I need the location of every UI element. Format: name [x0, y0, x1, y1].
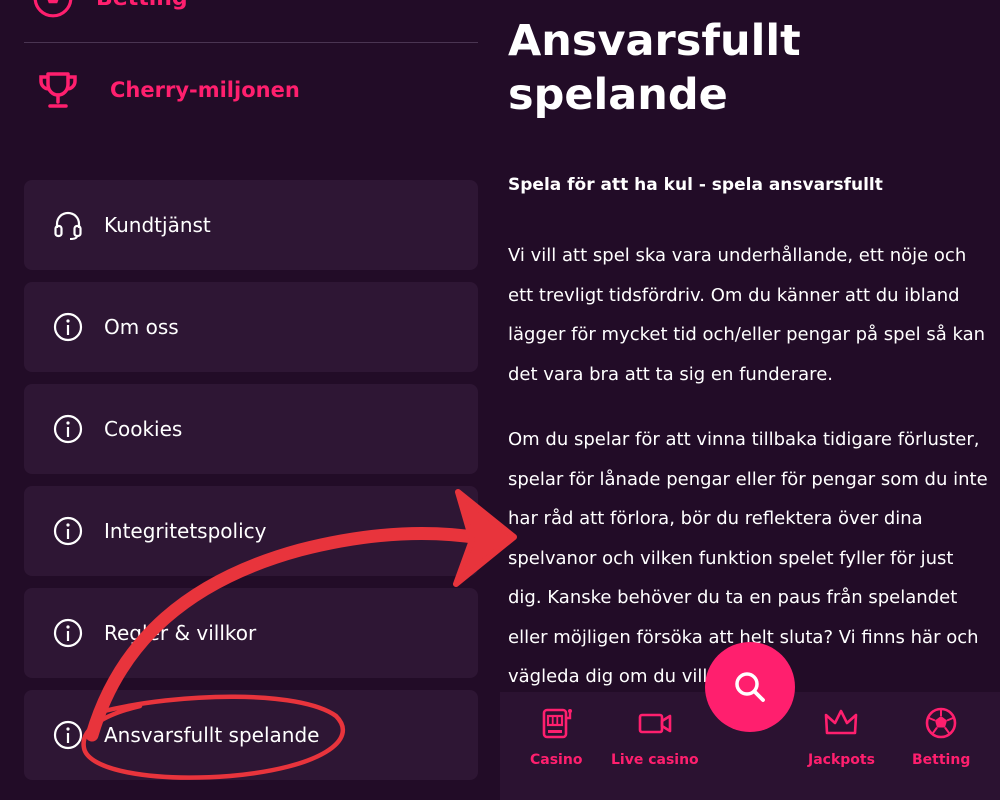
content-paragraph: Vi vill att spel ska vara underhållande,… — [508, 245, 986, 385]
nav-jackpots[interactable]: Jackpots — [808, 706, 875, 768]
menu-item-label: Kundtjänst — [104, 213, 211, 237]
nav-label: Live casino — [611, 752, 699, 768]
menu-item-ansvarsfullt-spelande[interactable]: Ansvarsfullt spelande — [24, 690, 478, 780]
menu-item-label: Integritetspolicy — [104, 519, 267, 543]
menu-item-betting[interactable]: Betting — [32, 0, 188, 18]
nav-casino[interactable]: Casino — [530, 706, 582, 768]
crown-icon — [825, 709, 858, 735]
search-icon — [735, 672, 765, 702]
menu-item-label: Cookies — [104, 417, 183, 441]
search-button[interactable] — [705, 642, 795, 732]
football-icon — [925, 707, 957, 739]
menu-item-om-oss[interactable]: Om oss — [24, 282, 478, 372]
content-subtitle: Spela för att ha kul - spela ansvarsfull… — [508, 175, 883, 195]
nav-live-casino[interactable]: Live casino — [611, 706, 699, 768]
nav-label: Betting — [912, 752, 971, 768]
menu-item-regler-villkor[interactable]: Regler & villkor — [24, 588, 478, 678]
video-camera-icon — [638, 713, 672, 734]
football-icon — [33, 0, 73, 18]
menu-item-integritetspolicy[interactable]: Integritetspolicy — [24, 486, 478, 576]
menu-item-kundtjanst[interactable]: Kundtjänst — [24, 180, 478, 270]
menu-item-label: Regler & villkor — [104, 621, 257, 645]
divider — [24, 42, 478, 43]
headset-icon — [54, 211, 82, 240]
info-icon — [53, 618, 83, 648]
info-icon — [53, 414, 83, 444]
info-icon — [53, 720, 83, 750]
menu-item-cherry-miljonen[interactable]: Cherry-miljonen — [36, 66, 300, 114]
menu-item-label: Om oss — [104, 315, 179, 339]
nav-label: Jackpots — [808, 752, 875, 768]
info-icon — [53, 312, 83, 342]
page-title: Ansvarsfullt spelande — [508, 16, 801, 120]
menu-item-label: Cherry-miljonen — [110, 78, 300, 102]
side-menu: Betting Cherry-miljonen Kundtjänst Om os… — [0, 0, 500, 800]
slot-machine-icon — [542, 708, 573, 739]
nav-label: Casino — [530, 752, 583, 768]
menu-item-label: Ansvarsfullt spelande — [104, 723, 320, 747]
menu-item-cookies[interactable]: Cookies — [24, 384, 478, 474]
info-icon — [53, 516, 83, 546]
nav-betting[interactable]: Betting — [912, 706, 970, 768]
trophy-icon — [39, 72, 77, 108]
menu-item-label: Betting — [96, 0, 188, 11]
